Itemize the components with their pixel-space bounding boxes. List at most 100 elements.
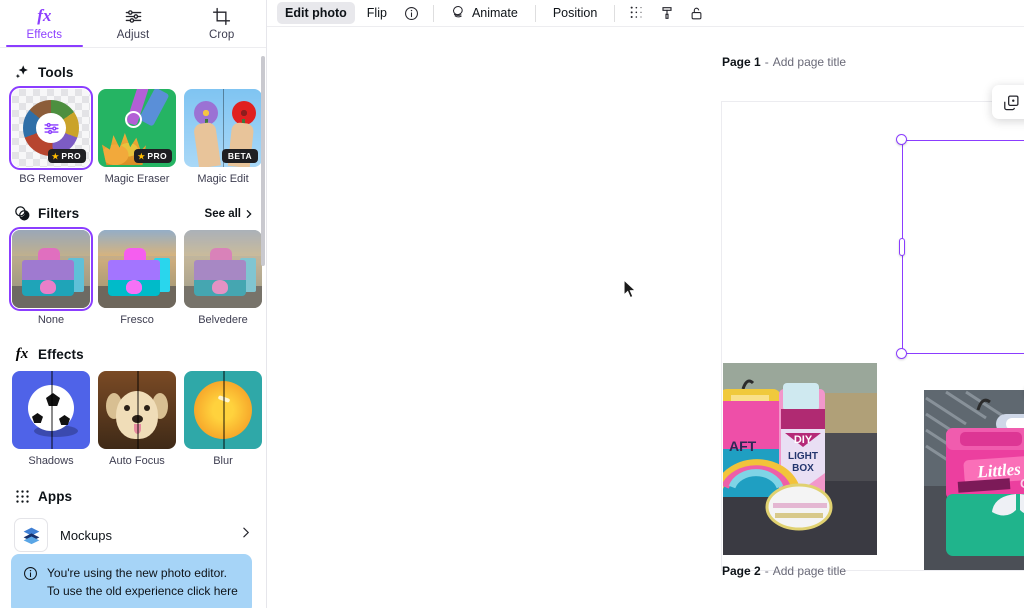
flip-label: Flip — [367, 6, 387, 20]
split-divider — [223, 371, 225, 449]
tool-bg-remover-thumb[interactable]: ★PRO — [12, 89, 90, 167]
edit-photo-button[interactable]: Edit photo — [277, 2, 355, 24]
filter-fresco[interactable]: Fresco — [98, 230, 176, 326]
tool-magic-edit-thumb[interactable]: BETA — [184, 89, 262, 167]
resize-handle-top-left[interactable] — [896, 134, 907, 145]
effect-auto-focus[interactable]: Auto Focus — [98, 371, 176, 467]
split-divider — [137, 371, 139, 449]
tool-magic-edit[interactable]: BETA Magic Edit — [184, 89, 262, 185]
page-2-title-placeholder[interactable]: Add page title — [773, 564, 846, 578]
dog-eye-2 — [144, 405, 150, 411]
mouse-cursor — [623, 279, 638, 305]
tab-crop[interactable]: Crop — [177, 0, 266, 47]
canvas-scroll-area[interactable]: Page 1 - Add page title — [267, 27, 1024, 608]
apps-title: Apps — [38, 489, 72, 504]
effects-thumb-row: Shadows Auto Focus — [0, 371, 266, 467]
effect-blur-label: Blur — [184, 455, 262, 467]
filters-see-all[interactable]: See all — [205, 208, 254, 220]
animate-icon — [451, 4, 466, 22]
page-2-number: Page 2 — [722, 564, 761, 578]
svg-text:LIGHT: LIGHT — [788, 451, 818, 462]
banner-line-2[interactable]: To use the old experience click here — [47, 584, 238, 598]
crop-icon — [212, 6, 231, 26]
lock-icon[interactable] — [684, 2, 709, 25]
app-item-mockups[interactable]: Mockups — [0, 512, 266, 558]
pro-badge: ★PRO — [48, 149, 86, 163]
effects-section: fx Effects Shadows — [0, 326, 266, 467]
tool-bg-remover[interactable]: ★PRO BG Remover — [12, 89, 90, 185]
svg-text:DIY: DIY — [794, 434, 813, 446]
svg-text:CRAFT: CRAFT — [998, 238, 1024, 253]
info-icon[interactable] — [399, 2, 424, 25]
tab-adjust-label: Adjust — [117, 29, 150, 41]
panel-tab-bar: fx Effects Adjust Crop — [0, 0, 266, 48]
effect-auto-focus-label: Auto Focus — [98, 455, 176, 467]
tab-effects[interactable]: fx Effects — [0, 0, 89, 47]
filter-belvedere[interactable]: Belvedere — [184, 230, 262, 326]
filter-belvedere-thumb[interactable] — [184, 230, 262, 308]
main-photo[interactable]: DIY FIZZ BOMB Littles CRAFT — [902, 132, 1024, 354]
bow-graphic — [212, 280, 228, 294]
copy-style-icon[interactable] — [654, 1, 680, 25]
filter-none-label: None — [12, 314, 90, 326]
bottom-left-photo[interactable]: DIY LIGHT BOX AFT — [723, 363, 877, 555]
effect-shadows-thumb[interactable] — [12, 371, 90, 449]
contrast-icon — [12, 205, 32, 222]
apps-section: Apps Mockups — [0, 467, 266, 558]
position-button[interactable]: Position — [545, 2, 605, 24]
tool-bg-remover-label: BG Remover — [12, 173, 90, 185]
star-icon: ★ — [52, 152, 60, 161]
pro-badge: ★PRO — [134, 149, 172, 163]
filter-none-thumb[interactable] — [12, 230, 90, 308]
tab-effects-label: Effects — [27, 29, 63, 41]
effect-blur-thumb[interactable] — [184, 371, 262, 449]
see-all-label: See all — [205, 208, 241, 220]
app-mockups-label: Mockups — [60, 528, 112, 543]
apps-section-header: Apps — [0, 483, 266, 512]
box-lid-graphic — [108, 260, 160, 282]
svg-text:CRAFT: CRAFT — [1020, 476, 1024, 491]
filters-section-header: Filters See all — [0, 199, 266, 230]
panel-scroll-region[interactable]: Tools ★PRO — [0, 48, 266, 608]
grid-icon — [12, 489, 32, 504]
filter-fresco-thumb[interactable] — [98, 230, 176, 308]
fx-icon: fx — [12, 346, 32, 363]
tab-adjust[interactable]: Adjust — [89, 0, 178, 47]
transparency-icon[interactable] — [624, 1, 650, 25]
duplicate-icon[interactable] — [999, 90, 1024, 115]
flip-button[interactable]: Flip — [359, 2, 395, 24]
toolbar-separator-3 — [614, 5, 615, 22]
filters-title: Filters — [38, 206, 79, 221]
bottom-right-photo[interactable]: DIY UNICORN TERRARIUM Littles CRAFT — [924, 390, 1024, 570]
tools-section-header: Tools — [0, 58, 266, 89]
effect-shadows-label: Shadows — [12, 455, 90, 467]
tools-section: Tools ★PRO — [0, 48, 266, 185]
resize-handle-bottom-left[interactable] — [896, 348, 907, 359]
box-lid-graphic — [194, 260, 246, 282]
chevron-right-icon[interactable] — [239, 526, 252, 544]
page-2-separator: - — [765, 564, 769, 578]
page-1-title-placeholder[interactable]: Add page title — [773, 55, 846, 69]
animate-button[interactable]: Animate — [443, 0, 526, 26]
star-icon: ★ — [138, 152, 146, 161]
element-context-toolbar — [992, 85, 1024, 119]
tools-title: Tools — [38, 65, 74, 80]
resize-handle-left[interactable] — [899, 238, 905, 256]
effect-blur[interactable]: Blur — [184, 371, 262, 467]
page-1-separator: - — [765, 55, 769, 69]
tool-magic-eraser[interactable]: ★PRO Magic Eraser — [98, 89, 176, 185]
effects-side-panel: fx Effects Adjust Crop — [0, 0, 267, 608]
filter-none[interactable]: None — [12, 230, 90, 326]
effect-shadows[interactable]: Shadows — [12, 371, 90, 467]
page-1-number: Page 1 — [722, 55, 761, 69]
banner-text: You're using the new photo editor. To us… — [47, 565, 238, 600]
position-label: Position — [553, 6, 597, 20]
edit-photo-label: Edit photo — [285, 6, 347, 20]
effects-title: Effects — [38, 347, 84, 362]
tool-magic-eraser-thumb[interactable]: ★PRO — [98, 89, 176, 167]
panel-scrollbar[interactable] — [261, 56, 265, 266]
filter-fresco-label: Fresco — [98, 314, 176, 326]
effect-auto-focus-thumb[interactable] — [98, 371, 176, 449]
mockups-icon — [14, 518, 48, 552]
photo-editor-app: fx Effects Adjust Crop — [0, 0, 1024, 608]
